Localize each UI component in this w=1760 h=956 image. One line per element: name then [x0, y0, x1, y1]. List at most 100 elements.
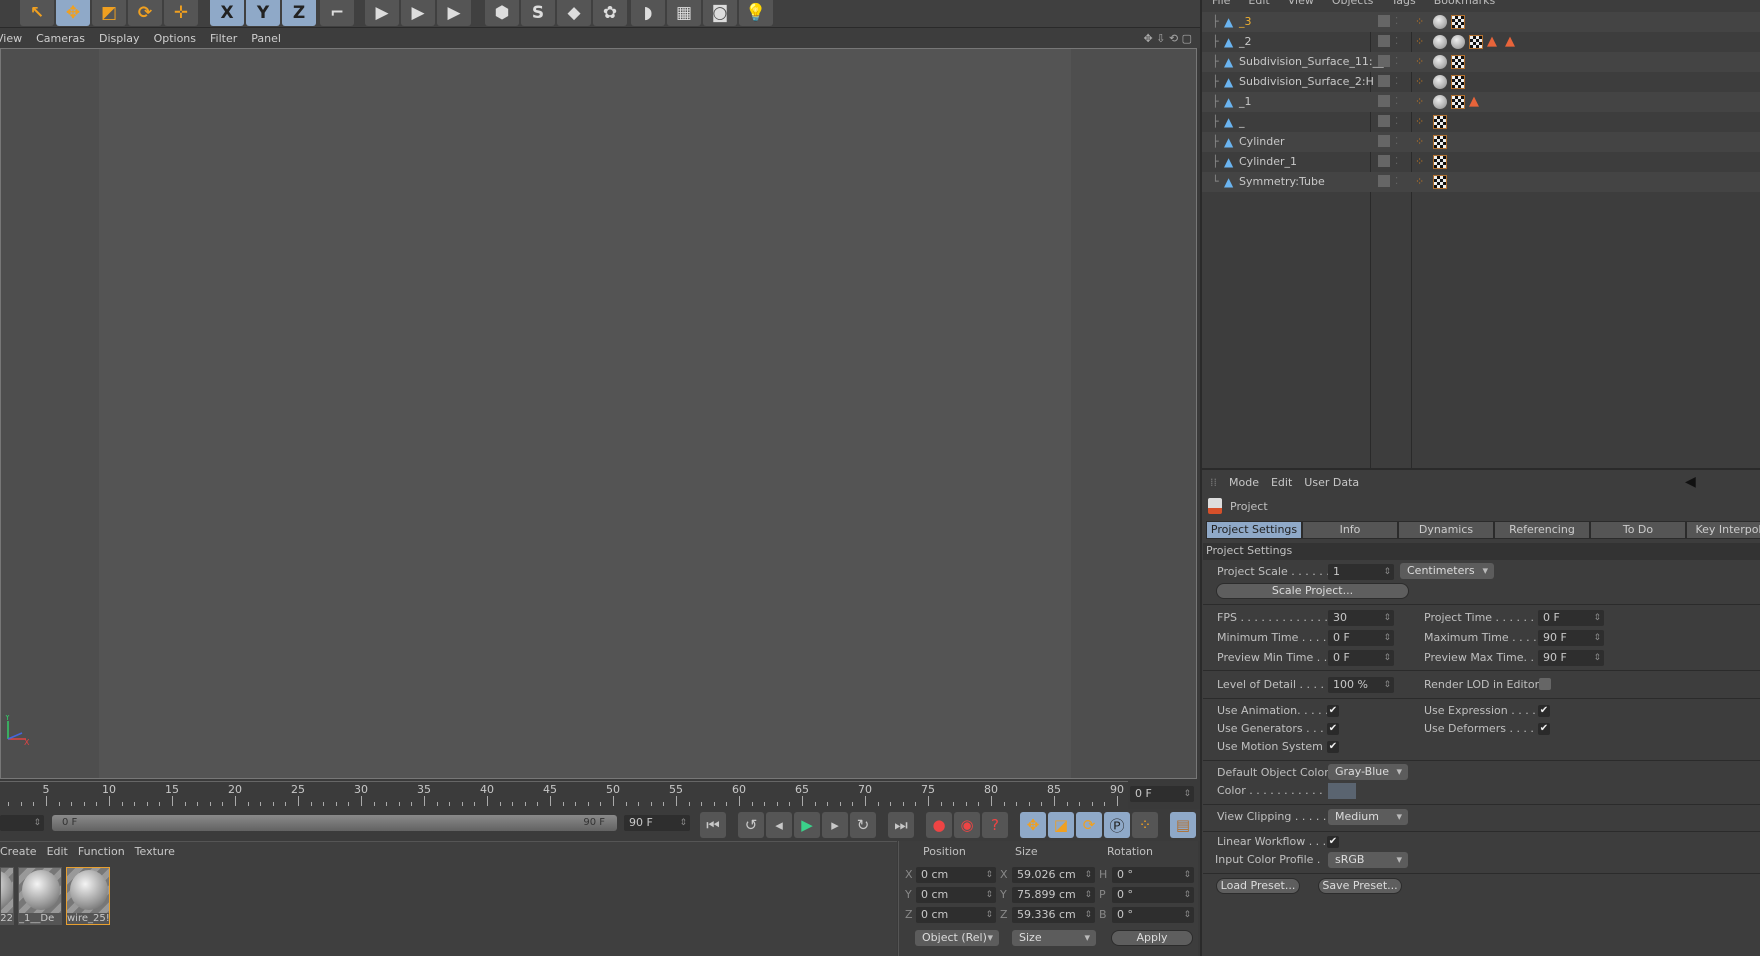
prev-frame-button[interactable]: ◂: [766, 812, 792, 838]
object-name[interactable]: Cylinder: [1239, 132, 1285, 152]
visibility-dots-icon[interactable]: ⁚: [1395, 172, 1398, 192]
next-frame-button[interactable]: ▸: [822, 812, 848, 838]
object-name[interactable]: Subdivision_Surface_11:__: [1239, 52, 1384, 72]
viewport-nav-icons[interactable]: ✥ ⇩ ⟲ ▢: [1143, 32, 1192, 45]
go-to-prev-key-button[interactable]: ↺: [738, 812, 764, 838]
color-swatch[interactable]: [1328, 783, 1356, 799]
load-preset-button[interactable]: Load Preset...: [1216, 878, 1300, 894]
visibility-dots-icon[interactable]: ⁚: [1395, 72, 1398, 92]
view-clipping-dropdown[interactable]: Medium: [1328, 809, 1408, 825]
max-time-field[interactable]: 90 F: [1538, 630, 1604, 646]
tab-key-interpolat[interactable]: Key Interpolat: [1686, 521, 1760, 539]
preview-min-field[interactable]: 0 F: [1328, 650, 1394, 666]
tab-to-do[interactable]: To Do: [1590, 521, 1686, 539]
move-icon[interactable]: ✥: [56, 0, 90, 26]
end-frame-field[interactable]: 90 F: [624, 815, 690, 831]
uvw-tag-icon[interactable]: [1433, 175, 1447, 189]
world-coordinates-icon[interactable]: ⌐: [320, 0, 354, 26]
go-to-start-button[interactable]: ⏮: [700, 812, 726, 838]
render-view-icon[interactable]: ▶: [365, 0, 399, 26]
viewport-menu-options[interactable]: Options: [154, 32, 196, 45]
object-row[interactable]: ├ ▲ Subdivision_Surface_11:__ ⁚ ⁘: [1202, 52, 1760, 72]
min-time-field[interactable]: 0 F: [1328, 630, 1394, 646]
size-x-field[interactable]: 59.026 cm: [1012, 867, 1095, 883]
use-deformers-checkbox[interactable]: ✔: [1538, 723, 1550, 735]
viewport-menu-cameras[interactable]: Cameras: [36, 32, 85, 45]
visibility-dots-icon[interactable]: ⁚: [1395, 52, 1398, 72]
object-row[interactable]: └ ▲ Symmetry:Tube ⁚ ⁘: [1202, 172, 1760, 192]
x-axis-lock-icon[interactable]: X: [210, 0, 244, 26]
phong-tag-icon[interactable]: ⁘: [1415, 55, 1429, 69]
z-axis-lock-icon[interactable]: Z: [282, 0, 316, 26]
rotation-b-field[interactable]: 0 °: [1112, 907, 1194, 923]
material-menu-edit[interactable]: Edit: [47, 845, 68, 858]
phong-tag-icon[interactable]: ⁘: [1415, 135, 1429, 149]
phong-tag-icon[interactable]: ⁘: [1415, 75, 1429, 89]
tab-info[interactable]: Info: [1302, 521, 1398, 539]
live-select-icon[interactable]: ✛: [164, 0, 198, 26]
tab-project-settings[interactable]: Project Settings: [1206, 521, 1302, 539]
default-color-dropdown[interactable]: Gray-Blue: [1328, 764, 1408, 780]
visibility-dots-icon[interactable]: ⁚: [1395, 32, 1398, 52]
visibility-dots-icon[interactable]: ⁚: [1395, 92, 1398, 112]
uvw-tag-icon[interactable]: [1451, 95, 1465, 109]
timeline-window-button[interactable]: ▤: [1170, 812, 1196, 838]
om-menu-objects[interactable]: Objects: [1332, 0, 1374, 7]
deformer-icon[interactable]: ◗: [631, 0, 665, 26]
attr-menu-edit[interactable]: Edit: [1271, 476, 1292, 489]
material-menu-function[interactable]: Function: [78, 845, 125, 858]
lod-field[interactable]: 100 %: [1328, 677, 1394, 693]
uvw-tag-icon[interactable]: [1433, 155, 1447, 169]
warning-tag-icon[interactable]: ▲: [1469, 95, 1483, 109]
uvw-tag-icon[interactable]: [1451, 75, 1465, 89]
current-frame-field[interactable]: 0 F: [1130, 786, 1194, 802]
cloner-icon[interactable]: ✿: [593, 0, 627, 26]
go-to-next-key-button[interactable]: ↻: [850, 812, 876, 838]
phong-tag-icon[interactable]: ⁘: [1415, 95, 1429, 109]
object-name[interactable]: Symmetry:Tube: [1239, 172, 1325, 192]
material-swatch[interactable]: wire_25!: [66, 867, 110, 925]
material-tag-icon[interactable]: [1451, 35, 1465, 49]
position-z-field[interactable]: 0 cm: [916, 907, 996, 923]
use-motion-checkbox[interactable]: ✔: [1327, 741, 1339, 753]
rotation-p-field[interactable]: 0 °: [1112, 887, 1194, 903]
spline-pen-icon[interactable]: S: [521, 0, 555, 26]
fps-field[interactable]: 30: [1328, 610, 1394, 626]
object-row[interactable]: ├ ▲ _1 ⁚ ⁘ ▲: [1202, 92, 1760, 112]
material-swatch[interactable]: 22!: [0, 867, 14, 925]
object-name[interactable]: _1: [1239, 92, 1252, 112]
object-name[interactable]: Cylinder_1: [1239, 152, 1297, 172]
scale-icon[interactable]: ◩: [92, 0, 126, 26]
uvw-tag-icon[interactable]: [1451, 55, 1465, 69]
coordinate-mode-dropdown[interactable]: Object (Rel): [915, 930, 999, 946]
record-button[interactable]: ●: [926, 812, 952, 838]
phong-tag-icon[interactable]: ⁘: [1415, 155, 1429, 169]
material-swatch[interactable]: _1__De: [18, 867, 62, 925]
om-menu-file[interactable]: File: [1212, 0, 1230, 7]
object-name[interactable]: _2: [1239, 32, 1252, 52]
go-to-end-button[interactable]: ⏭: [888, 812, 914, 838]
tab-dynamics[interactable]: Dynamics: [1398, 521, 1494, 539]
unit-dropdown[interactable]: Centimeters: [1400, 563, 1494, 579]
object-row[interactable]: ├ ▲ _ ⁚ ⁘: [1202, 112, 1760, 132]
use-animation-checkbox[interactable]: ✔: [1327, 705, 1339, 717]
om-menu-view[interactable]: View: [1288, 0, 1314, 7]
material-tag-icon[interactable]: [1433, 15, 1447, 29]
warning-tag-icon[interactable]: ▲: [1487, 35, 1501, 49]
subdivision-surface-icon[interactable]: ◆: [557, 0, 591, 26]
key-scale-button[interactable]: ◪: [1048, 812, 1074, 838]
material-tag-icon[interactable]: [1433, 55, 1447, 69]
keyframe-selection-button[interactable]: ?: [982, 812, 1008, 838]
attr-menu-user-data[interactable]: User Data: [1304, 476, 1359, 489]
phong-tag-icon[interactable]: ⁘: [1415, 35, 1429, 49]
om-menu-tags[interactable]: Tags: [1391, 0, 1415, 7]
visibility-dots-icon[interactable]: ⁚: [1395, 152, 1398, 172]
input-profile-dropdown[interactable]: sRGB: [1328, 852, 1408, 868]
use-generators-checkbox[interactable]: ✔: [1327, 723, 1339, 735]
position-y-field[interactable]: 0 cm: [916, 887, 996, 903]
size-z-field[interactable]: 59.336 cm: [1012, 907, 1095, 923]
om-menu-edit[interactable]: Edit: [1248, 0, 1269, 7]
material-menu-create[interactable]: Create: [0, 845, 37, 858]
editor-visibility-toggle[interactable]: [1378, 55, 1390, 67]
viewport-menu-filter[interactable]: Filter: [210, 32, 237, 45]
